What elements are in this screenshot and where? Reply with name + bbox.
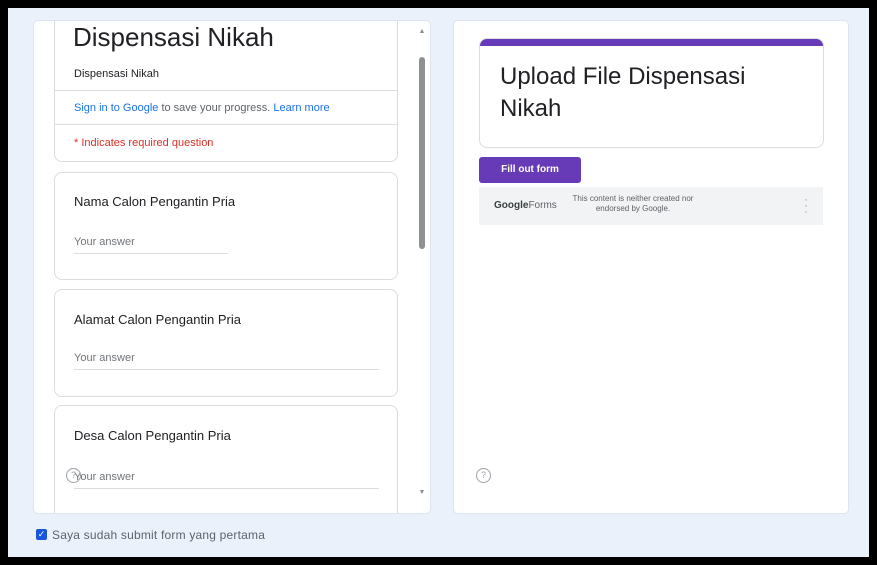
divider (55, 124, 397, 125)
question-card: Desa Calon Pengantin Pria Your answer (54, 405, 398, 513)
help-circle-icon[interactable]: ? (66, 468, 81, 483)
embed-form-title: Upload File Dispensasi Nikah (500, 63, 746, 122)
answer-underline (74, 488, 379, 489)
left-form-panel[interactable]: Dispensasi Nikah Dispensasi Nikah Sign i… (34, 21, 430, 513)
answer-input[interactable]: Your answer (74, 352, 135, 364)
scroll-up-arrow-icon[interactable]: ▲ (415, 25, 429, 39)
answer-input[interactable]: Your answer (74, 471, 135, 483)
accent-bar (480, 39, 823, 46)
question-title: Desa Calon Pengantin Pria (74, 428, 231, 443)
signin-notice: Sign in to Google to save your progress.… (74, 102, 330, 114)
google-forms-logo: GoogleForms (494, 200, 557, 211)
scroll-down-arrow-icon[interactable]: ▼ (415, 486, 429, 500)
check-icon[interactable]: ✓ (36, 529, 47, 540)
answer-underline (74, 253, 228, 254)
embed-title-card: Upload File Dispensasi Nikah (479, 38, 824, 148)
help-circle-icon[interactable]: ? (476, 468, 491, 483)
form-description: Dispensasi Nikah (74, 68, 159, 80)
signin-link[interactable]: Sign in to Google (74, 102, 158, 114)
form-header-card: Dispensasi Nikah Dispensasi Nikah Sign i… (54, 21, 398, 162)
form-title: Dispensasi Nikah (73, 22, 274, 52)
right-embed-panel: Upload File Dispensasi Nikah Fill out fo… (454, 21, 848, 513)
more-vert-icon[interactable]: · · · (804, 193, 808, 217)
answer-underline (74, 369, 379, 370)
disclaimer-text: This content is neither created nor endo… (572, 194, 694, 213)
question-card: Alamat Calon Pengantin Pria Your answer (54, 289, 398, 397)
signin-text: to save your progress. (158, 102, 274, 114)
question-title: Alamat Calon Pengantin Pria (74, 312, 241, 327)
answer-input[interactable]: Your answer (74, 236, 135, 248)
scrollbar[interactable]: ▲ ▼ (415, 21, 429, 513)
question-card: Nama Calon Pengantin Pria Your answer (54, 172, 398, 280)
scrollbar-thumb[interactable] (419, 57, 425, 249)
required-note: * Indicates required question (74, 137, 214, 149)
divider (55, 90, 397, 91)
fill-out-form-button[interactable]: Fill out form (479, 157, 581, 183)
learn-more-link[interactable]: Learn more (273, 102, 329, 114)
question-title: Nama Calon Pengantin Pria (74, 194, 236, 209)
google-forms-footer: GoogleForms This content is neither crea… (479, 187, 823, 225)
checkbox-label[interactable]: Saya sudah submit form yang pertama (52, 528, 265, 542)
page-frame: Dispensasi Nikah Dispensasi Nikah Sign i… (8, 8, 869, 557)
